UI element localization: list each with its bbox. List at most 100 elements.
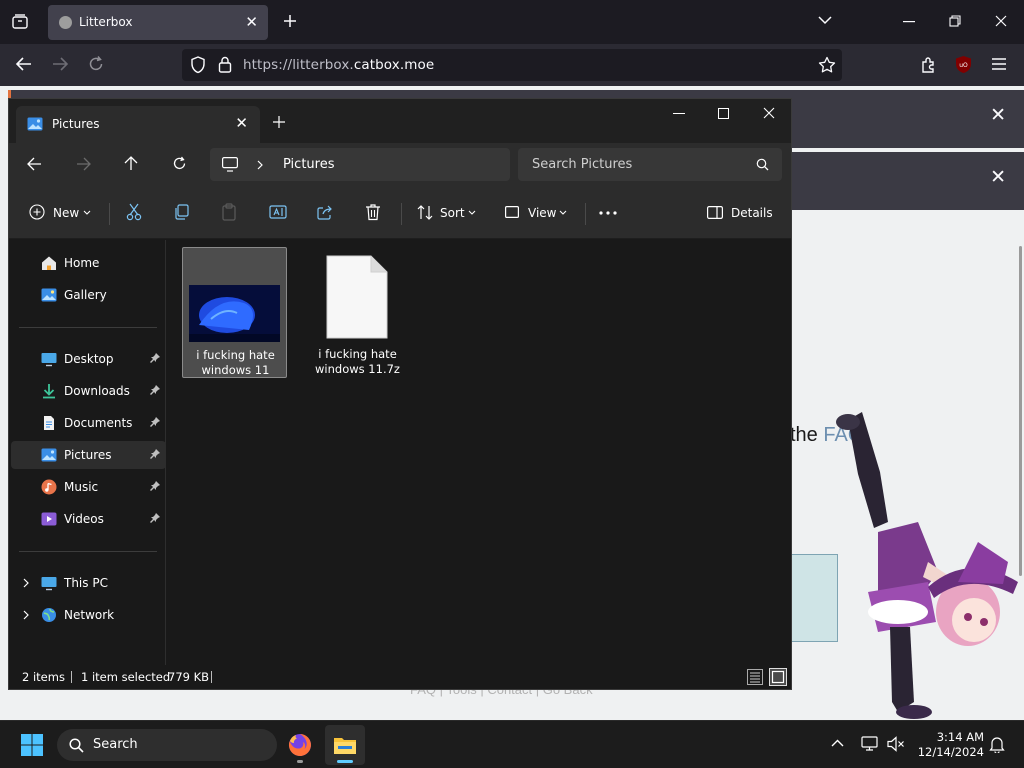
tab-overview-icon[interactable] (11, 13, 29, 31)
sidebar-item-network[interactable]: Network (11, 601, 166, 629)
breadcrumb-pictures[interactable]: Pictures (283, 157, 334, 172)
large-icons-view-icon[interactable] (769, 668, 787, 686)
file-explorer-folder-icon (334, 738, 356, 754)
new-tab-plus-icon[interactable] (272, 115, 286, 129)
taskbar-firefox-app[interactable] (280, 725, 320, 765)
sidebar-item-music[interactable]: Music (11, 473, 166, 501)
copy-icon[interactable] (174, 204, 190, 220)
new-plus-circle-icon[interactable] (29, 204, 45, 220)
pin-icon[interactable] (150, 385, 160, 395)
details-pane-icon[interactable] (707, 206, 723, 219)
chevron-down-icon[interactable] (468, 210, 476, 215)
back-arrow-icon[interactable] (27, 157, 42, 171)
search-pictures-input[interactable]: Search Pictures (518, 148, 782, 181)
more-options-ellipsis-icon[interactable] (599, 211, 617, 215)
pin-icon[interactable] (150, 417, 160, 427)
list-tabs-chevron-down-icon[interactable] (818, 15, 832, 25)
expand-chevron-right-icon[interactable] (23, 610, 29, 620)
delete-trash-icon[interactable] (365, 203, 381, 221)
taskbar-clock[interactable]: 3:14 AM 12/14/2024 (916, 730, 984, 760)
desktop-icon (41, 351, 57, 367)
minimize-icon[interactable] (673, 113, 685, 115)
breadcrumb-chevron-right-icon[interactable] (257, 160, 263, 170)
close-window-icon[interactable] (995, 15, 1007, 27)
this-pc-monitor-icon (41, 575, 57, 591)
ublock-origin-icon[interactable]: uO (954, 55, 973, 74)
explorer-tab-title: Pictures (52, 117, 100, 131)
restore-window-icon[interactable] (949, 15, 961, 27)
up-arrow-icon[interactable] (124, 156, 138, 171)
taskbar-search-box[interactable]: Search (57, 729, 277, 761)
new-tab-icon[interactable] (282, 13, 298, 29)
explorer-tab-pictures[interactable]: Pictures ✕ (16, 106, 260, 143)
sidebar-item-home[interactable]: Home (11, 249, 166, 277)
clock-date: 12/14/2024 (917, 745, 984, 759)
share-icon[interactable] (317, 204, 333, 220)
file-item-image[interactable]: i fucking hate windows 11 (182, 247, 287, 378)
network-globe-icon (41, 607, 57, 623)
chevron-down-icon[interactable] (83, 210, 91, 215)
sidebar-item-desktop[interactable]: Desktop (11, 345, 166, 373)
sort-button[interactable]: Sort (440, 206, 465, 220)
running-indicator (297, 760, 303, 763)
paste-clipboard-icon[interactable] (221, 203, 237, 221)
details-button[interactable]: Details (731, 206, 773, 220)
sidebar-item-downloads[interactable]: Downloads (11, 377, 166, 405)
view-button[interactable]: View (528, 206, 556, 220)
bookmark-star-icon[interactable] (818, 56, 836, 74)
file-item-archive[interactable]: i fucking hate windows 11.7z (305, 247, 410, 378)
tracking-protection-shield-icon[interactable] (190, 56, 206, 74)
refresh-icon[interactable] (172, 156, 187, 171)
sidebar-item-this-pc[interactable]: This PC (11, 569, 166, 597)
close-notification-icon[interactable]: ✕ (990, 104, 1006, 126)
sidebar-item-videos[interactable]: Videos (11, 505, 166, 533)
url-text[interactable]: https://litterbox.catbox.moe (243, 57, 434, 73)
minimize-window-icon[interactable] (903, 21, 915, 23)
pin-icon[interactable] (150, 353, 160, 363)
details-view-icon[interactable] (747, 669, 763, 685)
cut-scissors-icon[interactable] (126, 203, 142, 221)
close-icon[interactable] (763, 107, 775, 119)
lock-icon[interactable] (218, 56, 232, 73)
new-button[interactable]: New (53, 206, 79, 220)
app-menu-hamburger-icon[interactable] (991, 57, 1007, 71)
close-tab-icon[interactable]: ✕ (245, 13, 258, 31)
pin-icon[interactable] (150, 449, 160, 459)
music-icon (41, 479, 57, 495)
start-button[interactable] (12, 725, 52, 765)
search-icon[interactable] (756, 158, 769, 171)
address-bar[interactable]: Pictures (210, 148, 510, 181)
back-arrow-icon[interactable] (15, 56, 33, 72)
home-icon (41, 255, 57, 271)
volume-muted-icon[interactable] (887, 736, 905, 752)
maximize-icon[interactable] (718, 108, 729, 119)
show-hidden-icons-chevron-up-icon[interactable] (831, 739, 844, 747)
forward-arrow-icon[interactable] (76, 157, 91, 171)
forward-arrow-icon[interactable] (51, 56, 69, 72)
generic-file-icon (326, 255, 388, 339)
view-layout-icon[interactable] (505, 206, 519, 218)
reload-icon[interactable] (87, 55, 105, 73)
sidebar-item-documents[interactable]: Documents (11, 409, 166, 437)
chevron-down-icon[interactable] (559, 210, 567, 215)
browser-tab-litterbox[interactable]: Litterbox ✕ (48, 5, 268, 40)
file-name: i fucking hate windows 11 (196, 348, 275, 377)
network-status-icon[interactable] (861, 736, 878, 752)
sidebar-item-pictures[interactable]: Pictures (11, 441, 166, 469)
browser-tab-title: Litterbox (79, 15, 133, 29)
pin-icon[interactable] (150, 481, 160, 491)
extensions-puzzle-icon[interactable] (920, 56, 938, 74)
close-notification-icon[interactable]: ✕ (990, 166, 1006, 188)
pin-icon[interactable] (150, 513, 160, 523)
sidebar-item-gallery[interactable]: Gallery (11, 281, 166, 309)
windows-logo-icon (21, 734, 43, 756)
svg-text:uO: uO (959, 62, 968, 69)
close-tab-icon[interactable]: ✕ (235, 114, 248, 132)
url-bar[interactable]: https://litterbox.catbox.moe (182, 49, 842, 81)
rename-icon[interactable] (269, 204, 287, 220)
sort-arrows-icon[interactable] (417, 205, 433, 220)
notifications-bell-icon[interactable] (989, 736, 1005, 753)
expand-chevron-right-icon[interactable] (23, 578, 29, 588)
monitor-icon[interactable] (222, 157, 238, 172)
taskbar-file-explorer-app[interactable] (325, 725, 365, 765)
